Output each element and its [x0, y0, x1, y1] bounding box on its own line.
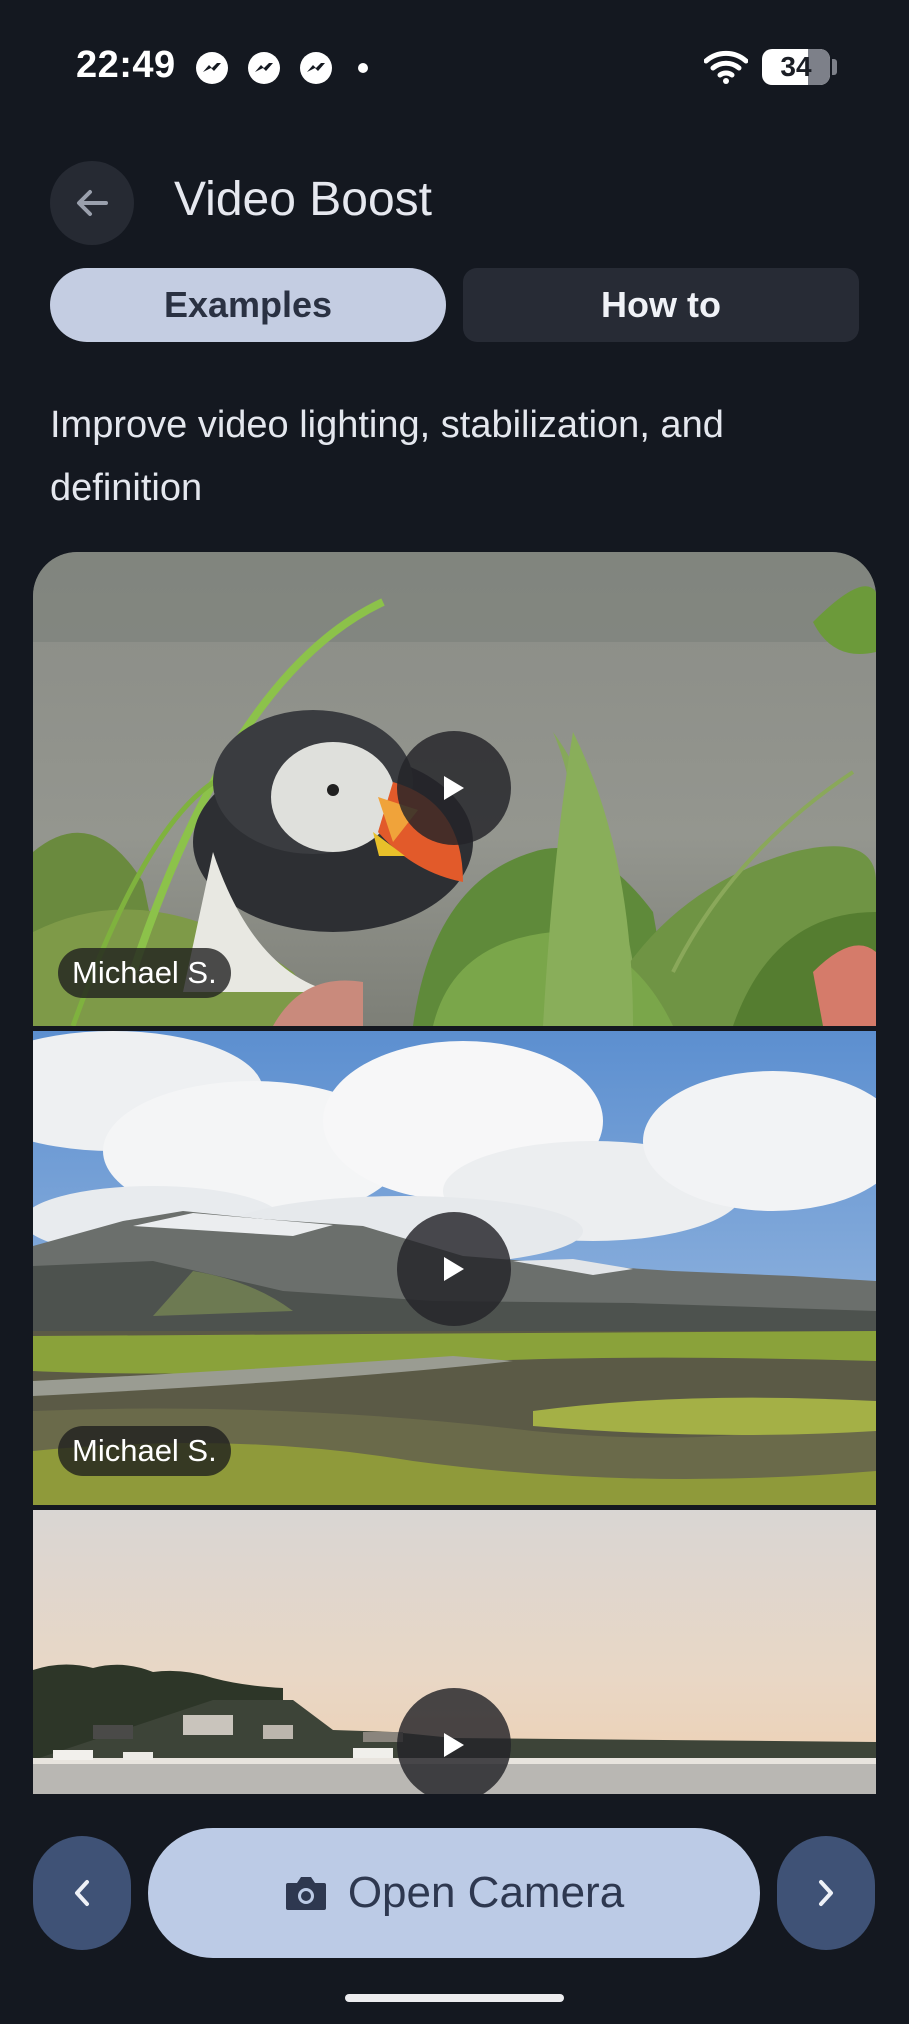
- example-video-waterfront[interactable]: [33, 1510, 876, 1794]
- status-bar: 22:49 34: [0, 0, 909, 130]
- chevron-left-icon: [75, 1880, 89, 1906]
- credit-label: Michael S.: [58, 1426, 231, 1476]
- next-button[interactable]: [777, 1836, 875, 1950]
- battery-icon: 34: [762, 49, 830, 85]
- wifi-icon: [704, 50, 748, 84]
- play-icon: [444, 1733, 464, 1757]
- tab-examples[interactable]: Examples: [50, 268, 446, 342]
- play-button[interactable]: [397, 731, 511, 845]
- examples-list[interactable]: Michael S. Michael S.: [33, 552, 876, 1794]
- notification-icons: [196, 52, 368, 84]
- example-video-puffin[interactable]: Michael S.: [33, 552, 876, 1026]
- example-video-mountains[interactable]: Michael S.: [33, 1031, 876, 1505]
- play-button[interactable]: [397, 1212, 511, 1326]
- arrow-back-icon: [77, 190, 108, 216]
- play-icon: [444, 776, 464, 800]
- messenger-icon: [248, 52, 280, 84]
- messenger-icon: [300, 52, 332, 84]
- messenger-icon: [196, 52, 228, 84]
- chevron-right-icon: [819, 1880, 833, 1906]
- battery-level: 34: [780, 51, 812, 82]
- play-button[interactable]: [397, 1688, 511, 1794]
- camera-icon: [285, 1877, 326, 1910]
- battery-tip: [832, 59, 837, 75]
- previous-button[interactable]: [33, 1836, 131, 1950]
- dot-icon: [358, 63, 368, 73]
- description-text: Improve video lighting, stabilization, a…: [50, 404, 724, 509]
- play-icon: [444, 1257, 464, 1281]
- open-camera-label: Open Camera: [347, 1868, 625, 1917]
- home-indicator[interactable]: [345, 1994, 564, 2002]
- status-time: 22:49: [76, 44, 176, 86]
- open-camera-button[interactable]: Open Camera: [148, 1828, 760, 1958]
- back-button[interactable]: [50, 161, 134, 245]
- credit-label: Michael S.: [58, 948, 231, 998]
- page-title: Video Boost: [174, 173, 432, 226]
- tab-how-to[interactable]: How to: [463, 268, 859, 342]
